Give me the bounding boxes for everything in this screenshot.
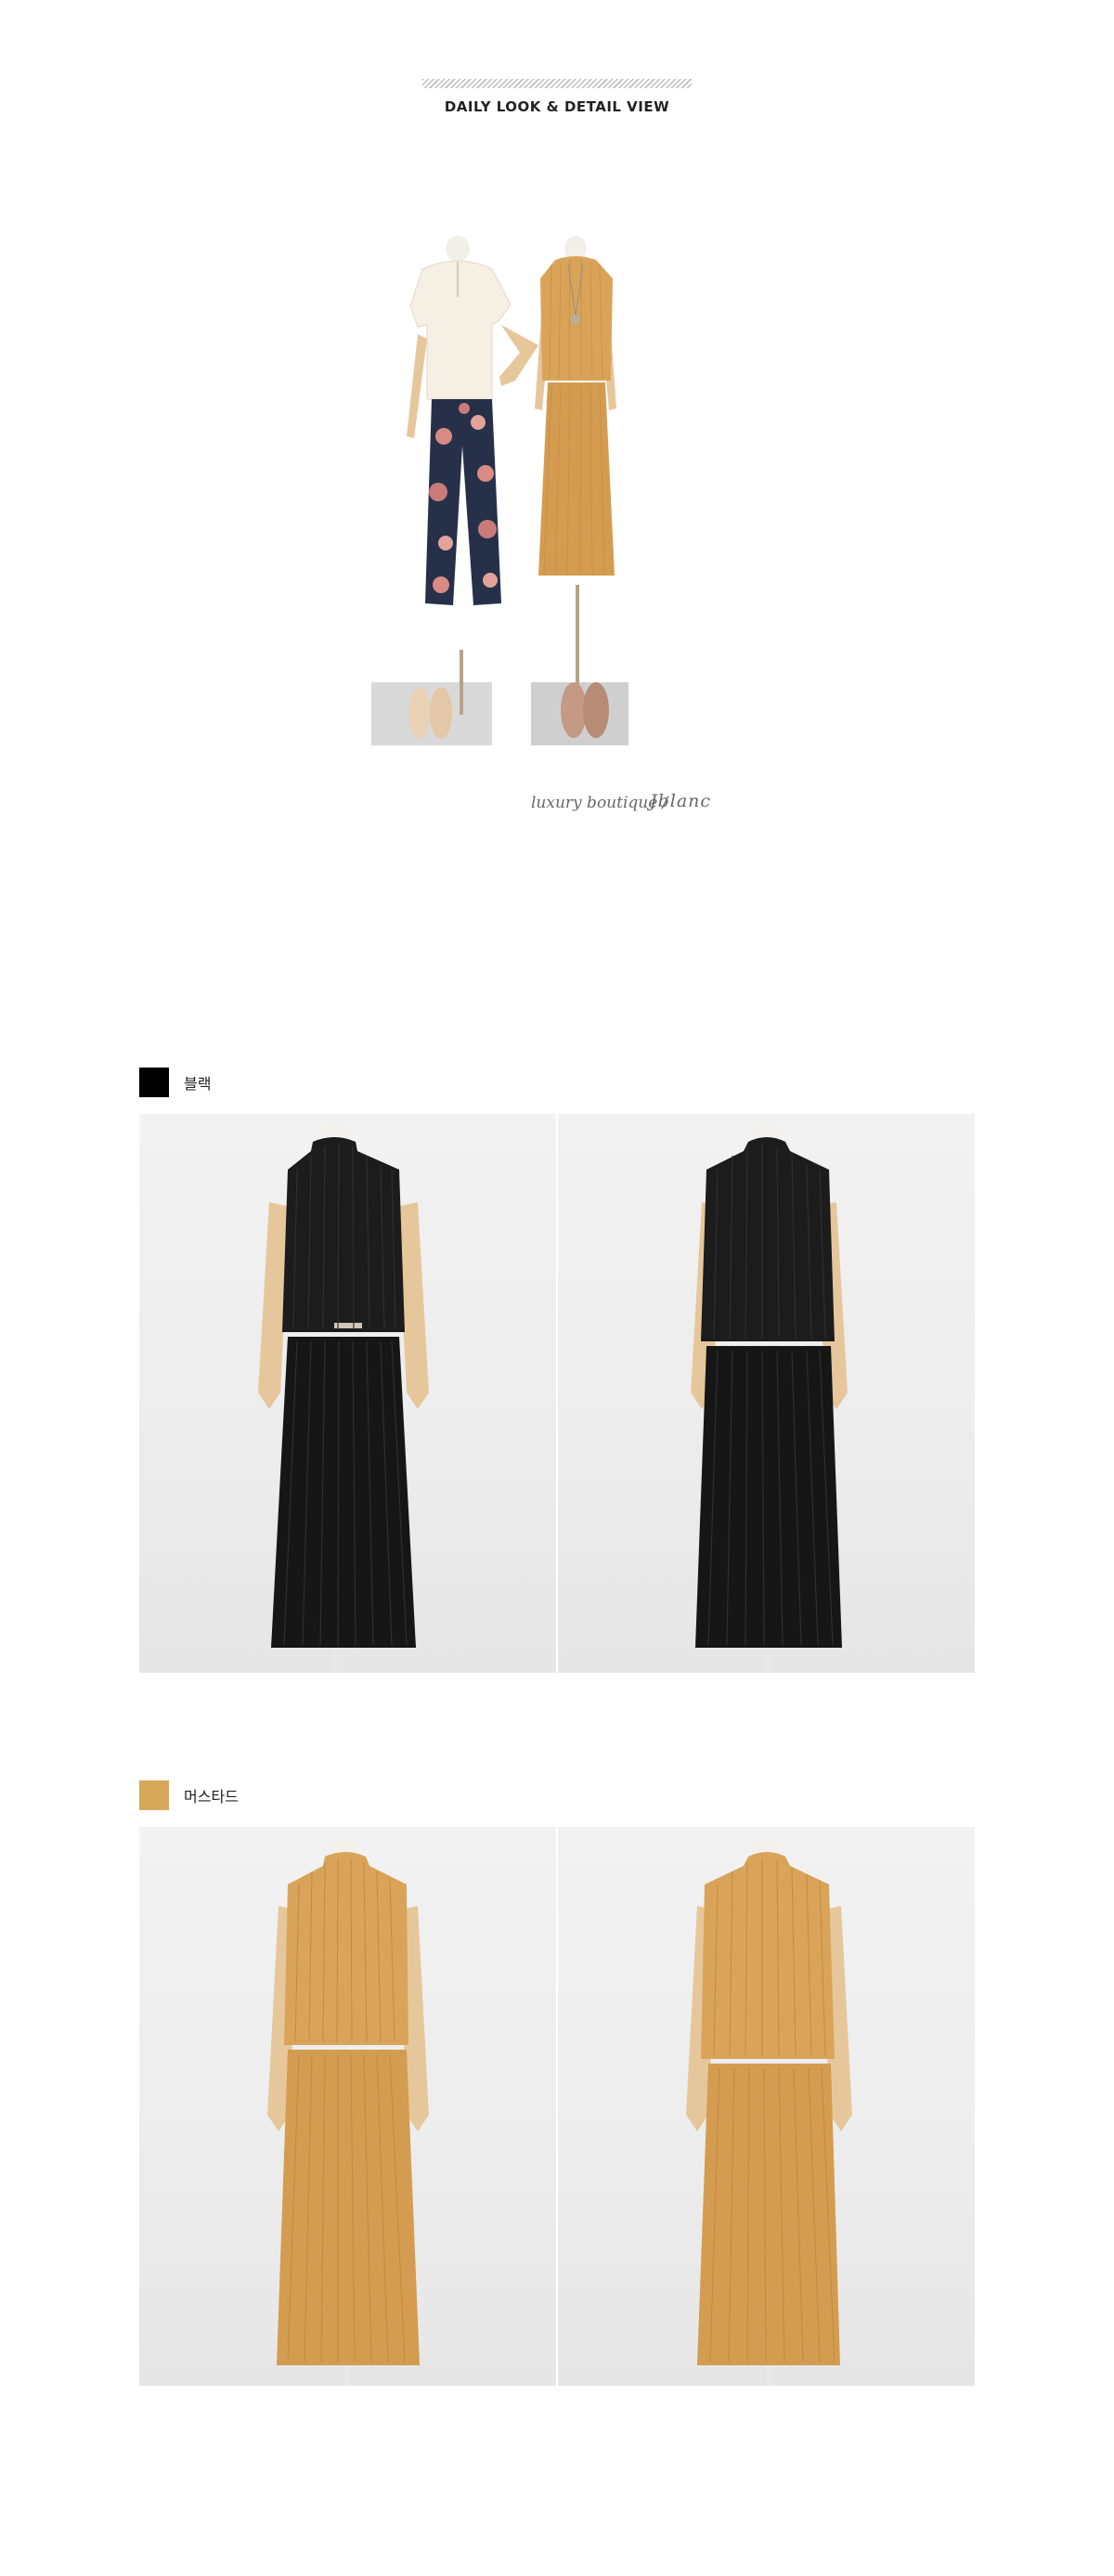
hero-illustration — [371, 236, 628, 745]
black-back-view-image — [558, 1114, 975, 1673]
mustard-photo-row — [139, 1827, 975, 2386]
brand-signature: Jblanc — [650, 791, 712, 811]
hero-daily-look-image — [353, 223, 761, 780]
color-swatch-mustard — [139, 1780, 169, 1810]
mustard-front-view-image — [139, 1827, 556, 2386]
color-swatch-black — [139, 1068, 169, 1097]
necklace-pendant-icon — [571, 315, 580, 324]
color-label-black: 블랙 — [184, 1075, 212, 1093]
black-photo-row — [139, 1114, 975, 1673]
mustard-back-view-image — [558, 1827, 975, 2386]
left-shoe-icon — [408, 687, 431, 739]
color-section-mustard-header: 머스타드 — [139, 1780, 239, 1810]
color-section-black-header: 블랙 — [139, 1068, 211, 1097]
black-front-view-image — [139, 1114, 556, 1673]
brand-tagline: luxury boutique / — [531, 794, 668, 812]
color-label-mustard: 머스타드 — [184, 1788, 239, 1806]
cream-knit-top — [409, 260, 512, 400]
page-title: DAILY LOOK & DETAIL VIEW — [444, 98, 670, 115]
header-hatch-divider — [422, 79, 692, 88]
right-shoe-icon — [561, 682, 587, 738]
mustard-pleated-skirt — [538, 382, 615, 576]
